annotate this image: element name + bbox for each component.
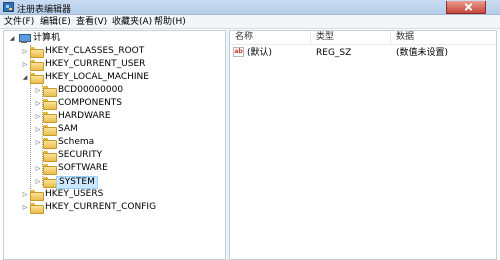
expand-arrow-icon[interactable]: ▷: [34, 175, 42, 188]
collapse-arrow-icon[interactable]: ◢: [8, 32, 16, 45]
registry-tree[interactable]: ◢ 计算机 ▷ HKEY_CLASSES_ROOT ▷ HKEY_CURRENT…: [3, 30, 226, 260]
window-title: 注册表编辑器: [17, 5, 72, 15]
expand-arrow-icon[interactable]: ▷: [21, 45, 29, 58]
expand-arrow-icon[interactable]: ▷: [34, 136, 42, 149]
tree-item-hardware[interactable]: ▷ HARDWARE: [4, 110, 224, 123]
tree-item-label: COMPONENTS: [58, 98, 123, 108]
close-icon[interactable]: [446, 1, 486, 14]
folder-icon: [43, 125, 57, 136]
folder-icon: [43, 112, 57, 123]
column-header-type[interactable]: 类型: [316, 31, 334, 44]
column-divider[interactable]: [310, 31, 311, 44]
computer-icon: [18, 34, 31, 43]
folder-icon: [30, 60, 44, 71]
folder-icon: [43, 99, 57, 110]
expand-arrow-icon[interactable]: ▷: [21, 188, 29, 201]
expand-arrow-icon[interactable]: ▷: [34, 123, 42, 136]
folder-icon: [30, 47, 44, 58]
tree-item-hkey-users[interactable]: ▷ HKEY_USERS: [4, 188, 224, 201]
menu-favorites[interactable]: 收藏夹(A): [112, 16, 152, 28]
registry-editor-icon: [3, 2, 14, 12]
tree-item-label: BCD00000000: [58, 85, 124, 95]
column-header-data[interactable]: 数据: [396, 31, 414, 44]
menu-view[interactable]: 查看(V): [76, 16, 107, 28]
folder-icon: [43, 177, 57, 188]
tree-item-hkey-current-user[interactable]: ▷ HKEY_CURRENT_USER: [4, 58, 224, 71]
value-name[interactable]: (默认): [247, 47, 272, 59]
tree-item-label: HKEY_CURRENT_CONFIG: [45, 202, 157, 212]
string-value-icon: ab: [233, 47, 244, 57]
menu-help[interactable]: 帮助(H): [154, 16, 186, 28]
folder-icon: [43, 138, 57, 149]
folder-icon: [30, 190, 44, 201]
tree-item-components[interactable]: ▷ COMPONENTS: [4, 97, 224, 110]
tree-item-hkey-local-machine[interactable]: ◢ HKEY_LOCAL_MACHINE: [4, 71, 224, 84]
tree-item-label: SOFTWARE: [58, 163, 108, 173]
tree-item-label: HKEY_USERS: [45, 189, 104, 199]
expand-arrow-icon[interactable]: ▷: [34, 84, 42, 97]
tree-item-label: SAM: [58, 124, 78, 134]
tree-item-software[interactable]: ▷ SOFTWARE: [4, 162, 224, 175]
collapse-arrow-icon[interactable]: ◢: [21, 71, 29, 84]
column-divider[interactable]: [390, 31, 391, 44]
tree-item-label: HKEY_LOCAL_MACHINE: [45, 72, 149, 82]
tree-item-label: HKEY_CURRENT_USER: [45, 59, 146, 69]
expand-arrow-icon[interactable]: ▷: [34, 97, 42, 110]
tree-item-schema[interactable]: ▷ Schema: [4, 136, 224, 149]
menu-file[interactable]: 文件(F): [4, 16, 34, 28]
tree-item-label: HARDWARE: [58, 111, 111, 121]
expand-arrow-icon[interactable]: ▷: [34, 162, 42, 175]
tree-item-bcd00000000[interactable]: ▷ BCD00000000: [4, 84, 224, 97]
folder-icon: [30, 203, 44, 214]
tree-item-label: HKEY_CLASSES_ROOT: [45, 46, 145, 56]
column-header-name[interactable]: 名称: [235, 31, 253, 44]
tree-item-hkey-current-config[interactable]: ▷ HKEY_CURRENT_CONFIG: [4, 201, 224, 214]
tree-item-sam[interactable]: ▷ SAM: [4, 123, 224, 136]
value-type: REG_SZ: [316, 48, 352, 58]
title-bar: 注册表编辑器: [0, 0, 500, 15]
expand-arrow-icon[interactable]: ▷: [21, 58, 29, 71]
folder-icon: [43, 164, 57, 175]
tree-item-computer[interactable]: ◢ 计算机: [4, 32, 224, 45]
expand-arrow-icon[interactable]: ▷: [34, 110, 42, 123]
folder-icon: [43, 86, 57, 97]
menu-bar: 文件(F) 编辑(E) 查看(V) 收藏夹(A) 帮助(H): [0, 15, 500, 29]
tree-item-system[interactable]: ▷ SYSTEM: [4, 175, 224, 189]
value-data: (数值未设置): [396, 48, 449, 58]
header-divider: [230, 44, 496, 45]
tree-item-label: 计算机: [33, 33, 61, 43]
tree-item-security[interactable]: SECURITY: [4, 149, 224, 162]
tree-item-hkey-classes-root[interactable]: ▷ HKEY_CLASSES_ROOT: [4, 45, 224, 58]
folder-open-icon: [30, 73, 44, 84]
expand-arrow-icon[interactable]: ▷: [21, 201, 29, 214]
tree-item-label: SECURITY: [58, 150, 103, 160]
values-list[interactable]: 名称 类型 数据 ab (默认) REG_SZ (数值未设置): [229, 30, 497, 260]
folder-icon: [43, 151, 57, 162]
menu-edit[interactable]: 编辑(E): [40, 16, 71, 28]
tree-item-label: Schema: [58, 137, 95, 147]
